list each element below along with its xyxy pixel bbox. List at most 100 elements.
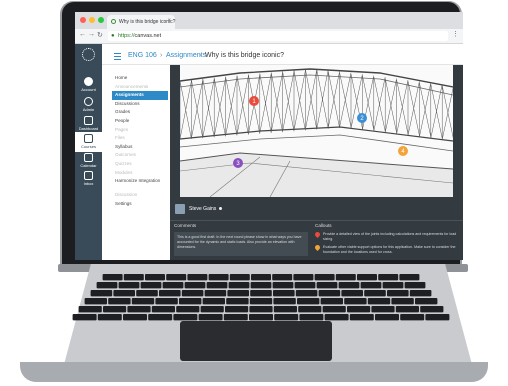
- browser-menu-icon[interactable]: ⋮: [452, 30, 459, 38]
- keyboard-key: [249, 306, 273, 313]
- callouts-header: Callouts: [315, 223, 332, 228]
- course-nav-item[interactable]: Announcements: [112, 83, 168, 92]
- global-nav-inbox[interactable]: Inbox: [75, 171, 102, 186]
- keyboard-key: [123, 314, 147, 321]
- window-controls: [80, 17, 104, 23]
- browser-tab[interactable]: Why is this bridge iconic? ×: [107, 15, 175, 29]
- keyboard-key: [314, 274, 335, 281]
- course-nav-item[interactable]: Files: [112, 134, 168, 143]
- global-nav-label: Account: [81, 87, 96, 92]
- course-nav-item[interactable]: Grades: [112, 108, 168, 117]
- keyboard-key: [184, 282, 206, 289]
- global-nav-admin[interactable]: Admin: [75, 97, 102, 112]
- browser-tab-bar: Why is this bridge iconic? ×: [75, 12, 463, 29]
- keyboard-key: [382, 282, 404, 289]
- url-text: https://canvas.net: [118, 31, 161, 41]
- hamburger-menu-icon[interactable]: [114, 53, 121, 60]
- course-nav-item[interactable]: Quizzes: [112, 160, 168, 169]
- callout-item-1[interactable]: Provide a detailed view of the joints in…: [313, 230, 459, 241]
- avatar: [175, 204, 185, 214]
- callout-marker-4[interactable]: 4: [398, 146, 408, 156]
- course-nav-item[interactable]: Discussion: [112, 191, 168, 200]
- keyboard-key: [159, 290, 181, 297]
- breadcrumb-separator: ›: [160, 52, 163, 59]
- keyboard-key: [176, 306, 200, 313]
- reload-icon[interactable]: ↻: [97, 31, 103, 39]
- course-nav-item[interactable]: People: [112, 117, 168, 126]
- keyboard-key: [357, 274, 377, 281]
- canvas-logo-icon[interactable]: [82, 48, 95, 61]
- keyboard-key: [378, 274, 399, 281]
- keyboard-key: [250, 282, 272, 289]
- callout-marker-3[interactable]: 3: [233, 158, 243, 168]
- keyboard-key: [338, 282, 360, 289]
- course-nav-item[interactable]: Settings: [112, 200, 168, 209]
- minimize-window-button[interactable]: [89, 17, 95, 23]
- course-nav-item[interactable]: Modules: [112, 169, 168, 178]
- course-nav-item[interactable]: Harmonize Integration: [112, 177, 168, 191]
- keyboard-key: [249, 298, 273, 305]
- keyboard-key: [273, 290, 295, 297]
- keyboard-key: [145, 274, 165, 281]
- global-nav-dashboard[interactable]: Dashboard: [75, 116, 102, 131]
- callout-text: Evaluate other viable support options fo…: [323, 245, 456, 254]
- url-input[interactable]: ● https://canvas.net: [108, 31, 448, 41]
- global-nav-calendar[interactable]: Calendar: [75, 153, 102, 168]
- keyboard-key: [274, 314, 299, 321]
- course-nav-item[interactable]: Pages: [112, 126, 168, 135]
- maximize-window-button[interactable]: [98, 17, 104, 23]
- global-nav-label: Dashboard: [78, 126, 99, 131]
- keyboard-key: [360, 282, 382, 289]
- callout-item-2[interactable]: Evaluate other viable support options fo…: [313, 243, 459, 254]
- shield-icon: [84, 97, 93, 106]
- course-nav-item[interactable]: Home: [112, 74, 168, 83]
- bridge-drawing-image[interactable]: 1 2 3 4: [180, 65, 453, 197]
- laptop-screen: Why is this bridge iconic? × ← → ↻ ● htt…: [75, 12, 463, 260]
- address-bar-row: ← → ↻ ● https://canvas.net ⋮: [75, 29, 463, 44]
- keyboard-key: [251, 274, 271, 281]
- course-nav-item[interactable]: Assignments: [112, 91, 168, 100]
- back-icon[interactable]: ←: [79, 31, 86, 38]
- close-window-button[interactable]: [80, 17, 86, 23]
- callout-marker-2[interactable]: 2: [357, 113, 367, 123]
- forward-icon[interactable]: →: [88, 31, 95, 38]
- global-nav-courses[interactable]: Courses: [75, 132, 102, 152]
- keyboard-key: [96, 282, 118, 289]
- page-title: Why is this bridge iconic?: [205, 52, 284, 59]
- document-viewer: 1 2 3 4 Steve Gains Comments Callouts Th…: [170, 65, 463, 260]
- course-nav-item[interactable]: Outcomes: [112, 151, 168, 160]
- keyboard-key: [324, 314, 349, 321]
- keyboard-key: [367, 298, 391, 305]
- course-nav-item[interactable]: Discussions: [112, 100, 168, 109]
- keyboard-key: [335, 274, 356, 281]
- global-nav: Account Admin Dashboard Courses Calendar…: [75, 44, 102, 260]
- course-nav-item[interactable]: Syllabus: [112, 143, 168, 152]
- keyboard-key: [228, 282, 250, 289]
- bridge-drawing-svg: 1 2 3 4: [180, 65, 453, 197]
- keyboard-key: [136, 290, 158, 297]
- status-dot-icon: [219, 207, 222, 210]
- keyboard-key: [272, 274, 293, 281]
- course-nav: Home Announcements Assignments Discussions G…: [112, 74, 168, 208]
- keyboard-key: [297, 298, 320, 305]
- callout-marker-1[interactable]: 1: [249, 96, 259, 106]
- keyboard-key: [364, 290, 386, 297]
- reviewer-name: Steve Gains: [189, 206, 217, 212]
- keyboard-key: [226, 298, 249, 305]
- keyboard-key: [103, 306, 127, 313]
- map-pin-icon: [313, 230, 322, 239]
- keyboard-key: [299, 314, 324, 321]
- trackpad[interactable]: [180, 321, 332, 361]
- keyboard-key: [84, 298, 107, 305]
- keyboard-key: [250, 290, 272, 297]
- keyboard-key: [223, 314, 248, 321]
- global-nav-label: Courses: [81, 144, 96, 149]
- callout-text: Provide a detailed view of the joints in…: [323, 232, 457, 241]
- breadcrumb-course-link[interactable]: ENG 106: [128, 52, 157, 59]
- keyboard-key: [187, 274, 208, 281]
- global-nav-account[interactable]: Account: [75, 77, 102, 92]
- keyboard-key: [293, 274, 314, 281]
- keyboard-key: [155, 298, 178, 305]
- tab-close-icon[interactable]: ×: [167, 18, 171, 24]
- comments-header: Comments: [174, 223, 197, 228]
